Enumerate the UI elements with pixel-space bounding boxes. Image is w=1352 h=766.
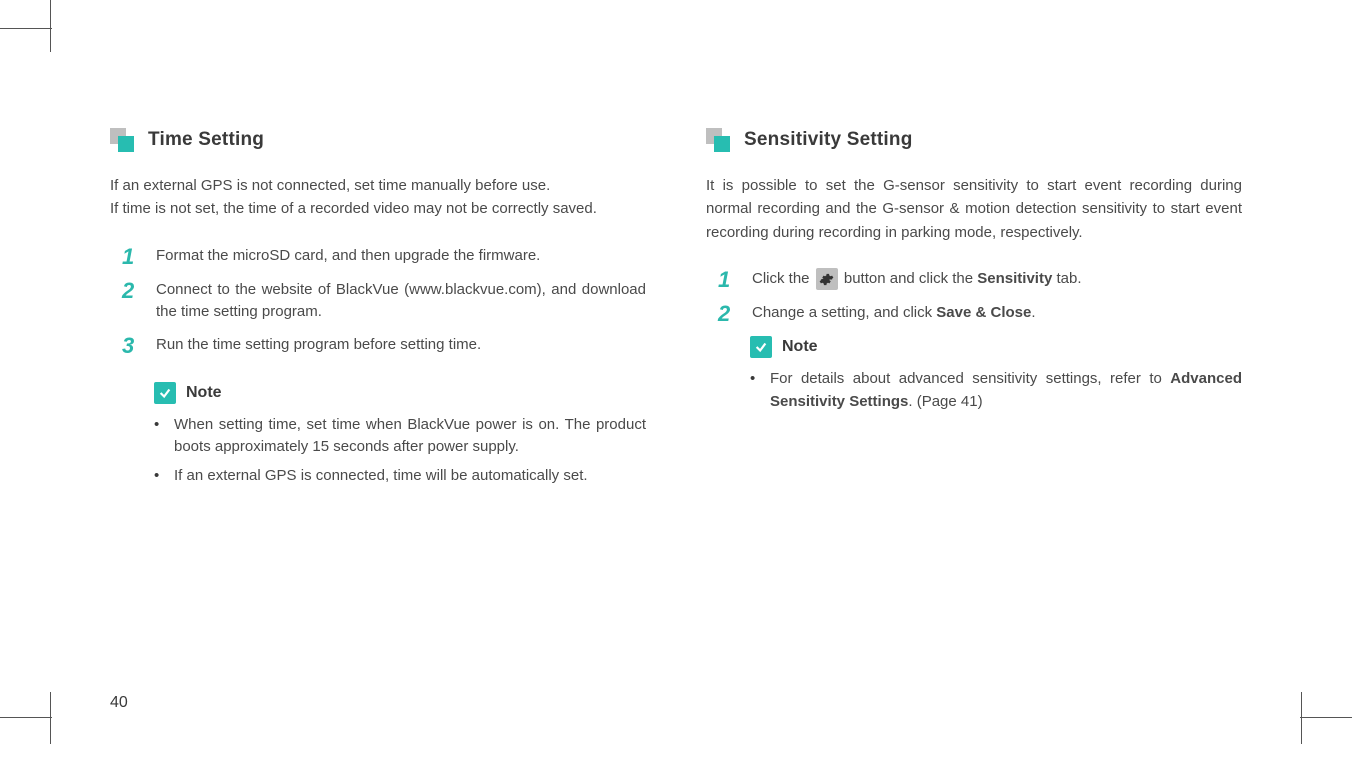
section-title: Sensitivity Setting: [744, 129, 913, 151]
text-fragment: button and click the: [840, 270, 978, 287]
check-icon: [154, 382, 176, 404]
text-fragment: . (Page 41): [908, 393, 982, 410]
section-title: Time Setting: [148, 129, 264, 151]
note-text: For details about advanced sensitivity s…: [770, 368, 1242, 413]
left-column: Time Setting If an external GPS is not c…: [110, 128, 646, 493]
bullet-icon: •: [154, 465, 162, 488]
step-text: Format the microSD card, and then upgrad…: [156, 245, 540, 269]
page-number: 40: [110, 694, 128, 712]
intro-line: If time is not set, the time of a record…: [110, 200, 597, 217]
intro-line: If an external GPS is not connected, set…: [110, 177, 550, 194]
bullet-icon: •: [750, 368, 758, 413]
bullet-icon: •: [154, 414, 162, 459]
step-item: 1 Format the microSD card, and then upgr…: [110, 245, 646, 269]
section-icon: [110, 128, 134, 152]
step-number: 3: [122, 334, 140, 358]
step-item: 2 Change a setting, and click Save & Clo…: [706, 302, 1242, 326]
note-header: Note: [154, 382, 646, 404]
note-block: Note • For details about advanced sensit…: [706, 336, 1242, 413]
step-item: 2 Connect to the website of BlackVue (ww…: [110, 279, 646, 324]
step-text: Connect to the website of BlackVue (www.…: [156, 279, 646, 324]
crop-mark: [0, 694, 52, 718]
note-item: • For details about advanced sensitivity…: [750, 368, 1242, 413]
step-text: Change a setting, and click Save & Close…: [752, 302, 1036, 326]
section-icon: [706, 128, 730, 152]
check-icon: [750, 336, 772, 358]
crop-mark: [0, 28, 52, 52]
text-fragment: For details about advanced sensitivity s…: [770, 370, 1170, 387]
note-title: Note: [186, 384, 222, 402]
page-content: Time Setting If an external GPS is not c…: [50, 28, 1302, 718]
intro-text: It is possible to set the G-sensor sensi…: [706, 174, 1242, 244]
note-title: Note: [782, 338, 818, 356]
step-number: 2: [122, 279, 140, 324]
text-fragment: .: [1031, 304, 1035, 321]
note-item: • If an external GPS is connected, time …: [154, 465, 646, 488]
gear-icon: [816, 268, 838, 290]
note-block: Note • When setting time, set time when …: [110, 382, 646, 488]
step-item: 3 Run the time setting program before se…: [110, 334, 646, 358]
intro-text: If an external GPS is not connected, set…: [110, 174, 646, 221]
note-item: • When setting time, set time when Black…: [154, 414, 646, 459]
step-text: Click the button and click the Sensitivi…: [752, 268, 1082, 292]
step-number: 1: [718, 268, 736, 292]
note-text: If an external GPS is connected, time wi…: [174, 465, 588, 488]
note-text: When setting time, set time when BlackVu…: [174, 414, 646, 459]
text-fragment: Change a setting, and click: [752, 304, 936, 321]
step-number: 1: [122, 245, 140, 269]
crop-mark: [1300, 694, 1352, 718]
right-column: Sensitivity Setting It is possible to se…: [706, 128, 1242, 493]
step-text: Run the time setting program before sett…: [156, 334, 481, 358]
text-fragment: Click the: [752, 270, 814, 287]
step-number: 2: [718, 302, 736, 326]
section-header-time: Time Setting: [110, 128, 646, 152]
section-header-sensitivity: Sensitivity Setting: [706, 128, 1242, 152]
text-fragment: tab.: [1052, 270, 1081, 287]
text-bold: Save & Close: [936, 304, 1031, 321]
step-item: 1 Click the button and click the Sensiti…: [706, 268, 1242, 292]
note-header: Note: [750, 336, 1242, 358]
text-bold: Sensitivity: [977, 270, 1052, 287]
